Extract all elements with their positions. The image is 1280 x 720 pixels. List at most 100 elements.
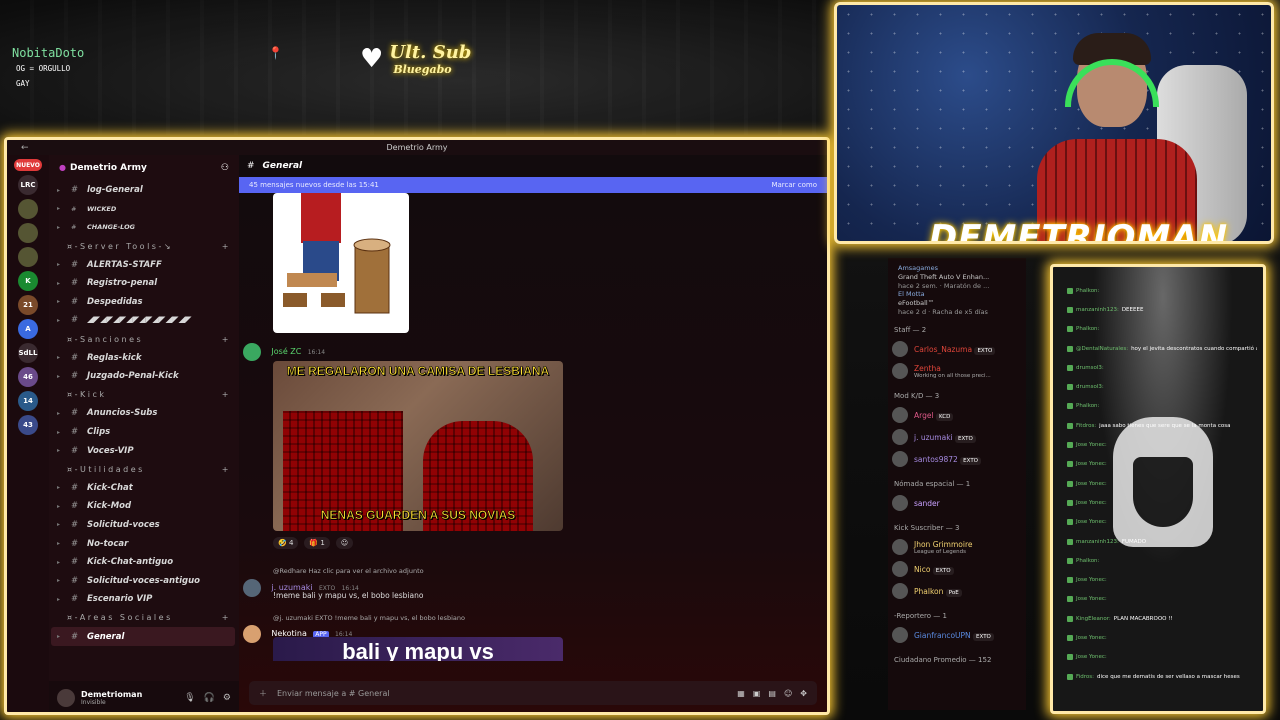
member-item[interactable]: santos9872 EXTO bbox=[892, 448, 1022, 470]
channel-item[interactable]: ▸ # Juzgado-Penal-Kick bbox=[51, 367, 239, 386]
channel-category[interactable]: ¤-Areas Sociales + bbox=[51, 609, 239, 628]
activity-card[interactable]: El Motta eFootball™ hace 2 d · Racha de x5… bbox=[892, 290, 1022, 316]
channel-item[interactable]: ▸ # Anuncios-Subs bbox=[51, 404, 239, 423]
add-channel-icon[interactable]: + bbox=[222, 242, 231, 251]
channel-item[interactable]: ▸ # Solicitud-voces bbox=[51, 516, 239, 535]
microphone-icon[interactable]: 🎙 bbox=[184, 693, 195, 703]
avatar bbox=[892, 561, 908, 577]
sticker-icon[interactable]: ▤ bbox=[768, 689, 776, 698]
member-item[interactable]: Jhon Grimmoire League of Legends bbox=[892, 536, 1022, 558]
chat-username: Jose Yonec: bbox=[1076, 442, 1107, 449]
member-item[interactable]: sander bbox=[892, 492, 1022, 514]
channel-category[interactable]: ¤-Utilidades + bbox=[51, 460, 239, 479]
add-channel-icon[interactable]: + bbox=[222, 465, 231, 474]
channel-item[interactable]: ▸ # Clips bbox=[51, 423, 239, 442]
message-composer[interactable]: ＋ Enviar mensaje a # General ▦ ▣ ▤ ☺ ✥ bbox=[249, 681, 817, 705]
avatar[interactable] bbox=[243, 579, 261, 597]
server-icon[interactable]: NUEVO bbox=[14, 159, 42, 171]
member-name: j. uzumaki bbox=[914, 432, 953, 442]
member-section-header: Mod K/D — 3 bbox=[894, 392, 940, 400]
meme-image[interactable]: bali y mapu vs bbox=[273, 637, 563, 661]
back-arrow-icon[interactable]: ← bbox=[21, 143, 29, 153]
server-header[interactable]: Demetrio Army ⚇ bbox=[49, 155, 239, 181]
message-author[interactable]: José ZC bbox=[271, 347, 301, 356]
channel-category[interactable]: ¤-Server Tools-↘ + bbox=[51, 237, 239, 256]
chat-text: FUMADO bbox=[1121, 538, 1147, 545]
member-item[interactable]: Zentha Working on all those preci... bbox=[892, 360, 1022, 382]
channel-item[interactable]: ▸ # No-tocar bbox=[51, 534, 239, 553]
mark-read-button[interactable]: Marcar como bbox=[771, 181, 817, 189]
channel-item[interactable]: ▸ # Solicitud-voces-antiguo bbox=[51, 571, 239, 590]
member-tag: EXTO bbox=[932, 566, 954, 575]
reaction-chip[interactable]: ☺ bbox=[335, 537, 354, 549]
channel-item[interactable]: ▸ # Escenario VIP bbox=[51, 590, 239, 609]
member-item[interactable]: GianfrancoUPN EXTO bbox=[892, 624, 1022, 646]
reply-reference[interactable]: @Redhare Haz clic para ver el archivo ad… bbox=[273, 567, 424, 575]
gif-icon[interactable]: ▣ bbox=[753, 689, 761, 698]
add-channel-icon[interactable]: + bbox=[222, 613, 231, 622]
channel-item[interactable]: ▸ # Voces-VIP bbox=[51, 441, 239, 460]
new-messages-text: 45 mensajes nuevos desde las 15:41 bbox=[249, 181, 379, 189]
member-section-header: Ciudadano Promedio — 152 bbox=[894, 656, 992, 664]
emoji-icon[interactable]: ☺ bbox=[784, 689, 792, 698]
message-input[interactable]: Enviar mensaje a # General bbox=[277, 689, 390, 698]
activity-card[interactable]: Amsagames Grand Theft Auto V Enhan... hace… bbox=[892, 264, 1022, 290]
server-icon[interactable] bbox=[18, 247, 38, 267]
channel-category[interactable]: ¤-Kick + bbox=[51, 386, 239, 405]
chat-username: Phalkon: bbox=[1076, 403, 1100, 410]
discord-window: ← Demetrio Army NUEVO LRC K 21 A SdLL 46 14 43 D… bbox=[4, 137, 830, 715]
add-attachment-icon[interactable]: ＋ bbox=[259, 688, 267, 699]
avatar[interactable] bbox=[243, 625, 261, 643]
server-icon[interactable]: K bbox=[18, 271, 38, 291]
invite-icon[interactable]: ⚇ bbox=[221, 163, 229, 173]
member-item[interactable]: Nico EXTO bbox=[892, 558, 1022, 580]
add-channel-icon[interactable]: + bbox=[222, 390, 231, 399]
server-icon[interactable] bbox=[18, 223, 38, 243]
apps-icon[interactable]: ✥ bbox=[800, 689, 807, 698]
meme-caption-top: ME REGALARON UNA CAMISA DE LESBIANA bbox=[286, 364, 550, 378]
lumberjack-image[interactable] bbox=[273, 193, 409, 333]
server-icon[interactable]: 46 bbox=[18, 367, 38, 387]
gear-icon[interactable]: ⚙ bbox=[223, 693, 231, 703]
channel-item[interactable]: ▸ # General bbox=[51, 627, 235, 646]
channel-item[interactable]: ▸ # ALERTAS-STAFF bbox=[51, 255, 239, 274]
channel-item[interactable]: ▸ # Despedidas bbox=[51, 293, 239, 312]
hash-icon: # bbox=[71, 223, 77, 232]
channel-category[interactable]: ¤-Sanciones + bbox=[51, 330, 239, 349]
activity-user: El Motta bbox=[898, 290, 925, 298]
channel-item[interactable]: ▸ # Registro-penal bbox=[51, 274, 239, 293]
member-item[interactable]: Argel KCD bbox=[892, 404, 1022, 426]
member-item[interactable]: Phalkon PoE bbox=[892, 580, 1022, 602]
avatar[interactable] bbox=[243, 343, 261, 361]
server-icon[interactable] bbox=[18, 199, 38, 219]
server-icon[interactable]: LRC bbox=[18, 175, 38, 195]
channel-item[interactable]: ▸ # Kick-Chat-antiguo bbox=[51, 553, 239, 572]
member-item[interactable]: Carlos_Nazuma EXTO bbox=[892, 338, 1022, 360]
badge-icon bbox=[1067, 480, 1073, 487]
server-icon[interactable]: A bbox=[18, 319, 38, 339]
meme-image[interactable]: ME REGALARON UNA CAMISA DE LESBIANA NENA… bbox=[273, 361, 563, 531]
reaction-chip[interactable]: 🎁 1 bbox=[304, 537, 330, 549]
chevron-right-icon: ▸ bbox=[57, 521, 61, 529]
channel-item[interactable]: ▸ # Reglas-kick bbox=[51, 348, 239, 367]
channel-item[interactable]: ▸ # log-General bbox=[51, 181, 239, 200]
channel-item[interactable]: ▸ # Kick-Mod bbox=[51, 497, 239, 516]
reply-reference[interactable]: @j. uzumaki EXTO !meme bali y mapu vs, e… bbox=[273, 614, 465, 622]
channel-item[interactable]: ▸ # Kick-Chat bbox=[51, 479, 239, 498]
chat-username: Fitdros: bbox=[1076, 422, 1097, 429]
avatar[interactable] bbox=[57, 689, 75, 707]
headphones-icon[interactable]: 🎧 bbox=[204, 693, 215, 703]
server-icon[interactable]: 43 bbox=[18, 415, 38, 435]
last-sub-widget: ♥ Ult. Sub Bluegabo bbox=[360, 42, 471, 76]
add-channel-icon[interactable]: + bbox=[222, 335, 231, 344]
server-icon[interactable]: 14 bbox=[18, 391, 38, 411]
reaction-chip[interactable]: 🤣 4 bbox=[273, 537, 299, 549]
channel-item[interactable]: ▸ # ◢◤◢◤◢◤◢◤◢◤◢◤◢◤◢◤ bbox=[51, 311, 239, 330]
server-icon[interactable]: SdLL bbox=[18, 343, 38, 363]
gift-icon[interactable]: ▦ bbox=[737, 689, 745, 698]
member-item[interactable]: j. uzumaki EXTO bbox=[892, 426, 1022, 448]
channel-item[interactable]: ▸ # CHANGE-LOG bbox=[51, 218, 239, 237]
channel-item[interactable]: ▸ # WICKED bbox=[51, 200, 239, 219]
new-messages-bar[interactable]: 45 mensajes nuevos desde las 15:41 Marca… bbox=[239, 177, 827, 193]
server-icon[interactable]: 21 bbox=[18, 295, 38, 315]
